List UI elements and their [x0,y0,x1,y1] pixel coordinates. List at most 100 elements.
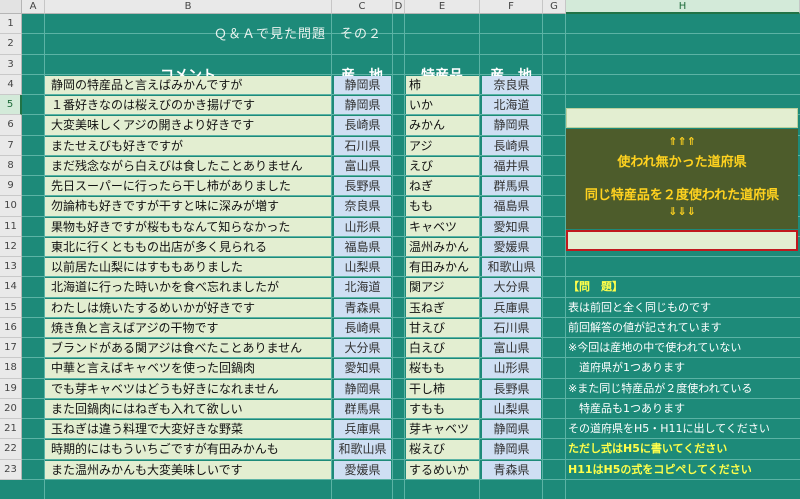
question-line[interactable]: 特産品も1つあります [566,399,798,419]
column-header-h[interactable]: H [566,0,800,14]
cell-product[interactable]: キャベツ [406,217,479,236]
row-header-13[interactable]: 13 [0,257,22,278]
cell-product[interactable]: もも [406,197,479,216]
cell-origin[interactable]: 長野県 [334,177,391,196]
row-header-15[interactable]: 15 [0,297,22,318]
row-header-10[interactable]: 10 [0,196,22,217]
row-header-18[interactable]: 18 [0,358,22,379]
question-line[interactable]: ただし式はH5に書いてください [566,439,798,459]
column-header-f[interactable]: F [480,0,543,14]
row-header-6[interactable]: 6 [0,115,22,136]
row-header-17[interactable]: 17 [0,338,22,359]
cell-origin2[interactable]: 北海道 [482,96,541,115]
cell-comment[interactable]: 勿論柿も好きですが干すと味に深みが増す [45,197,331,216]
cell-origin2[interactable]: 富山県 [482,339,541,358]
cell-product[interactable]: するめいか [406,460,479,479]
answer-cell-h11[interactable] [566,230,798,251]
cell-origin2[interactable]: 石川県 [482,318,541,337]
cell-comment[interactable]: またせえびも好きですが [45,136,331,155]
cell-origin[interactable]: 富山県 [334,156,391,175]
cell-product[interactable]: いか [406,96,479,115]
row-header-2[interactable]: 2 [0,34,22,55]
cell-origin[interactable]: 福島県 [334,237,391,256]
cell-origin[interactable]: 群馬県 [334,399,391,418]
cell-origin[interactable]: 石川県 [334,136,391,155]
cell-origin2[interactable]: 福井県 [482,156,541,175]
row-header-11[interactable]: 11 [0,216,22,237]
row-header-19[interactable]: 19 [0,378,22,399]
cell-product[interactable]: えび [406,156,479,175]
cell-origin[interactable]: 和歌山県 [334,440,391,459]
cell-origin2[interactable]: 群馬県 [482,177,541,196]
question-line[interactable]: ※また同じ特産品が２度使われている [566,379,798,399]
cell-product[interactable]: 桜えび [406,440,479,459]
cell-comment[interactable]: ブランドがある関アジは食べたことありません [45,339,331,358]
cell-comment[interactable]: 先日スーパーに行ったら干し柿がありました [45,177,331,196]
cell-comment[interactable]: 大変美味しくアジの開きより好きです [45,116,331,135]
cell-origin[interactable]: 愛知県 [334,359,391,378]
cell-origin2[interactable]: 大分県 [482,278,541,297]
cell-comment[interactable]: 時期的にはもういちごですが有田みかんも [45,440,331,459]
row-header-7[interactable]: 7 [0,135,22,156]
row-header-9[interactable]: 9 [0,176,22,197]
cell-origin[interactable]: 愛媛県 [334,460,391,479]
cell-origin[interactable]: 奈良県 [334,197,391,216]
cell-origin2[interactable]: 静岡県 [482,420,541,439]
cell-origin[interactable]: 山梨県 [334,258,391,277]
row-header-22[interactable]: 22 [0,439,22,460]
answer-cell-h5[interactable] [566,108,798,128]
cell-origin2[interactable]: 静岡県 [482,440,541,459]
cell-product[interactable]: 玉ねぎ [406,298,479,317]
question-heading[interactable]: 【問 題】 [566,277,798,297]
cell-comment[interactable]: 静岡の特産品と言えばみかんですが [45,75,331,94]
row-header-3[interactable]: 3 [0,54,22,75]
cell-comment[interactable]: また温州みかんも大変美味しいです [45,460,331,479]
cell-comment[interactable]: 果物も好きですが桜ももなんて知らなかった [45,217,331,236]
question-line[interactable]: 前回解答の値が記されています [566,318,798,338]
row-header-16[interactable]: 16 [0,317,22,338]
question-line[interactable]: H11はH5の式をコピペしてください [566,460,798,480]
cell-comment[interactable]: 中華と言えばキャベツを使った回鍋肉 [45,359,331,378]
row-header-8[interactable]: 8 [0,155,22,176]
cell-origin2[interactable]: 静岡県 [482,116,541,135]
cell-origin[interactable]: 長崎県 [334,318,391,337]
cell-origin2[interactable]: 青森県 [482,460,541,479]
cell-origin2[interactable]: 和歌山県 [482,258,541,277]
cell-product[interactable]: アジ [406,136,479,155]
cell-comment[interactable]: まだ残念ながら白えびは食したことありません [45,156,331,175]
question-line[interactable]: 表は前回と全く同じものです [566,298,798,318]
question-line[interactable]: 道府県が1つあります [566,358,798,378]
column-header-a[interactable]: A [22,0,45,14]
cell-comment[interactable]: 以前居た山梨にはすももありました [45,258,331,277]
cell-origin[interactable]: 静岡県 [334,75,391,94]
cell-origin[interactable]: 山形県 [334,217,391,236]
cell-comment[interactable]: 玉ねぎは違う料理で大変好きな野菜 [45,420,331,439]
row-header-5[interactable]: 5 [0,95,22,116]
cell-origin2[interactable]: 愛知県 [482,217,541,236]
cell-origin[interactable]: 静岡県 [334,379,391,398]
row-header-23[interactable]: 23 [0,459,22,480]
column-header-g[interactable]: G [543,0,566,14]
cell-product[interactable]: 芽キャベツ [406,420,479,439]
cell-product[interactable]: すもも [406,399,479,418]
cell-origin2[interactable]: 愛媛県 [482,237,541,256]
cell-origin2[interactable]: 山梨県 [482,399,541,418]
cell-origin2[interactable]: 福島県 [482,197,541,216]
sheet-title[interactable]: Ｑ＆Ａで見た問題 その２ [45,25,551,45]
cell-product[interactable]: 有田みかん [406,258,479,277]
cell-product[interactable]: 関アジ [406,278,479,297]
cell-origin2[interactable]: 長崎県 [482,136,541,155]
cell-comment[interactable]: でも芽キャベツはどうも好きになれません [45,379,331,398]
cell-origin[interactable]: 兵庫県 [334,420,391,439]
cell-origin[interactable]: 大分県 [334,339,391,358]
cell-comment[interactable]: わたしは焼いたするめいかが好きです [45,298,331,317]
cell-product[interactable]: 干し柿 [406,379,479,398]
spreadsheet[interactable]: ABCDEFGH 1 2 3 4 5 6 7 8 9 10 11 12 13 14 15 16 17 18 19 20… [0,0,800,499]
cell-comment[interactable]: 東北に行くとももの出店が多く見られる [45,237,331,256]
row-header-4[interactable]: 4 [0,74,22,95]
cell-origin[interactable]: 青森県 [334,298,391,317]
column-header-b[interactable]: B [45,0,332,14]
cell-product[interactable]: みかん [406,116,479,135]
cell-origin[interactable]: 静岡県 [334,96,391,115]
row-header-14[interactable]: 14 [0,277,22,298]
